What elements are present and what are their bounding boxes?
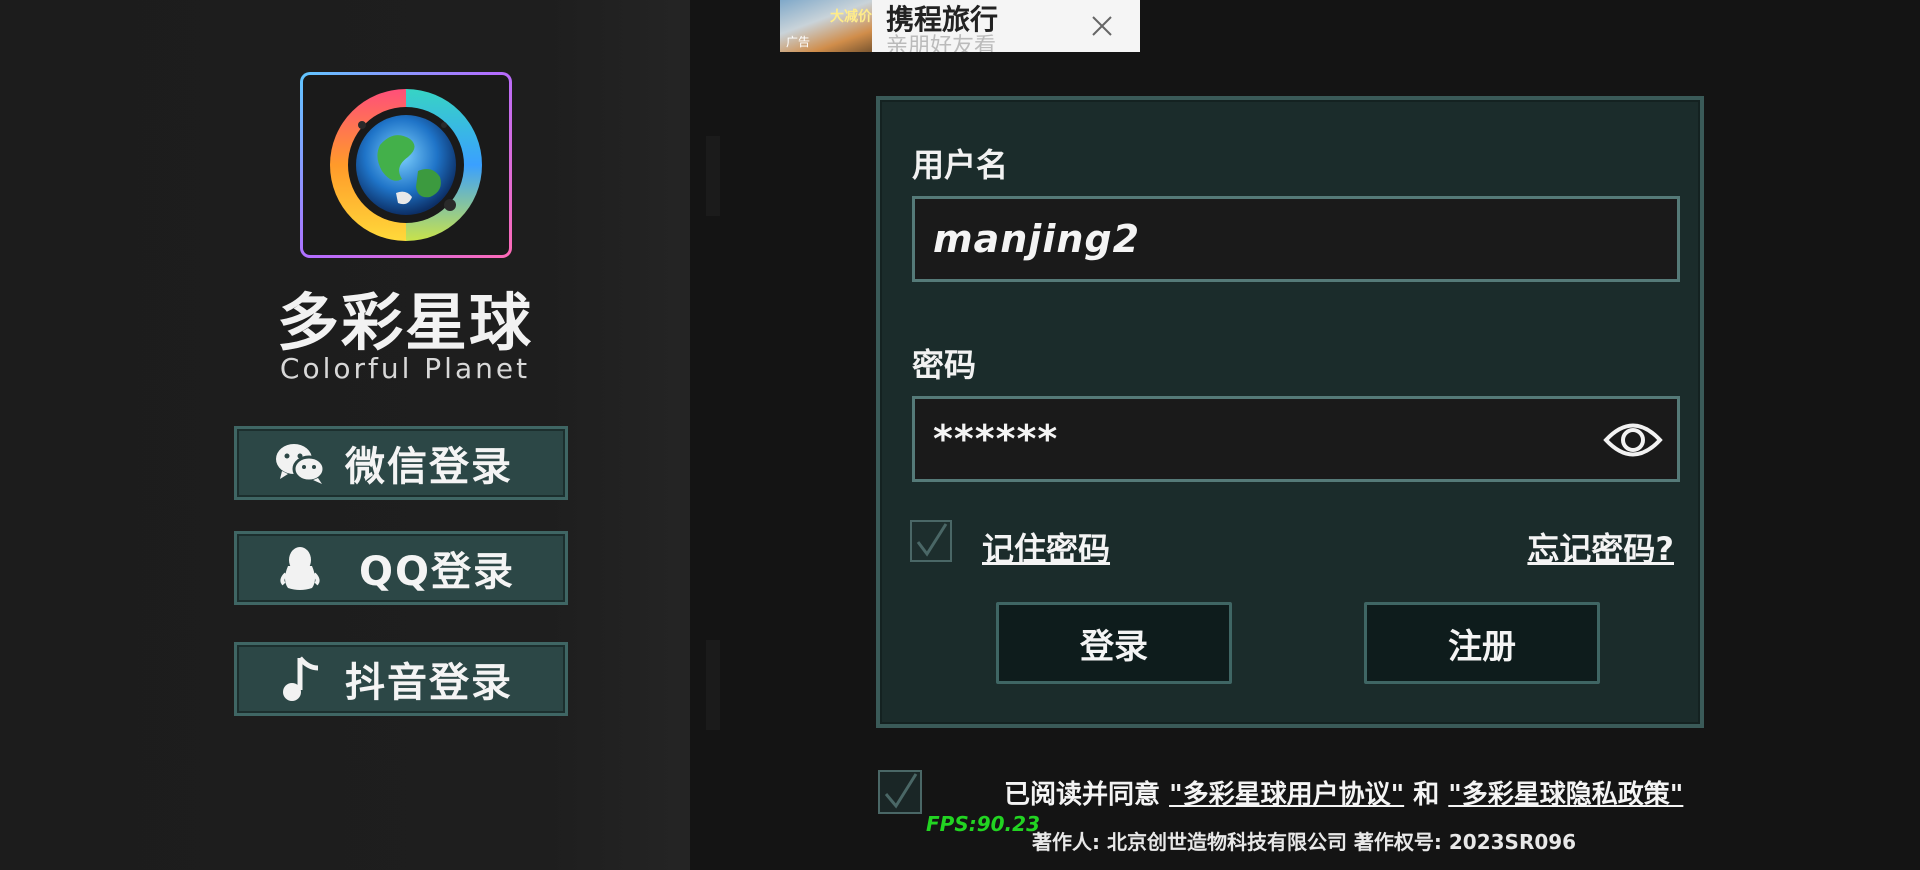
remember-password-checkbox[interactable] bbox=[910, 520, 952, 562]
register-button[interactable]: 注册 bbox=[1364, 602, 1600, 684]
qq-penguin-icon bbox=[265, 544, 335, 592]
qq-login-button[interactable]: QQ登录 bbox=[234, 531, 568, 605]
douyin-login-label: 抖音登录 bbox=[345, 660, 513, 706]
app-title: 多彩星球 bbox=[276, 286, 533, 359]
douyin-login-button[interactable]: 抖音登录 bbox=[234, 642, 568, 716]
password-label: 密码 bbox=[912, 346, 977, 384]
wechat-login-label: 微信登录 bbox=[345, 444, 513, 490]
app-subtitle: Colorful Planet bbox=[279, 352, 531, 385]
close-icon[interactable] bbox=[1090, 14, 1114, 38]
ad-thumb-mark: 大减价 bbox=[830, 9, 872, 25]
music-note-icon bbox=[265, 654, 335, 704]
fps-counter: FPS:90.23 bbox=[926, 812, 1040, 836]
ad-thumbnail: 大减价 广告 bbox=[780, 0, 872, 52]
agreement-text: 已阅读并同意 "多彩星球用户协议" 和 "多彩星球隐私政策" bbox=[1004, 774, 1683, 811]
eye-icon[interactable] bbox=[1603, 417, 1663, 467]
divider bbox=[680, 0, 690, 870]
username-input[interactable]: manjing2 bbox=[912, 196, 1680, 282]
user-agreement-link[interactable]: "多彩星球用户协议" bbox=[1169, 780, 1404, 810]
username-label: 用户名 bbox=[912, 146, 1009, 184]
ad-banner[interactable]: 大减价 广告 携程旅行 亲朋好友看 bbox=[780, 0, 1140, 52]
forgot-password-link[interactable]: 忘记密码? bbox=[1527, 524, 1674, 570]
wechat-login-button[interactable]: 微信登录 bbox=[234, 426, 568, 500]
ad-subtitle: 亲朋好友看 bbox=[886, 34, 997, 53]
password-input[interactable]: ****** bbox=[912, 396, 1680, 482]
agreement-and: 和 bbox=[1404, 780, 1449, 810]
wechat-icon bbox=[265, 441, 335, 485]
ad-tag: 广告 bbox=[786, 35, 811, 49]
remember-password-label[interactable]: 记住密码 bbox=[982, 524, 1110, 570]
agreement-prefix: 已阅读并同意 bbox=[1004, 780, 1170, 810]
copyright-text: 著作人: 北京创世造物科技有限公司 著作权号: 2023SR096 bbox=[1032, 830, 1577, 854]
background-bar bbox=[706, 136, 720, 216]
qq-login-label: QQ登录 bbox=[359, 549, 516, 595]
privacy-policy-link[interactable]: "多彩星球隐私政策" bbox=[1448, 780, 1683, 810]
checkmark-icon bbox=[916, 523, 948, 557]
password-value: ****** bbox=[933, 417, 1059, 461]
app-logo bbox=[300, 72, 512, 258]
username-value: manjing2 bbox=[933, 217, 1141, 261]
agreement-checkbox[interactable] bbox=[878, 770, 922, 814]
planet-logo-icon bbox=[330, 89, 482, 241]
login-button[interactable]: 登录 bbox=[996, 602, 1232, 684]
checkmark-icon bbox=[884, 773, 918, 809]
login-form-panel: 用户名 manjing2 密码 ****** 记住密码 忘记密码? 登录 注册 bbox=[876, 96, 1704, 728]
background-bar bbox=[706, 640, 720, 730]
